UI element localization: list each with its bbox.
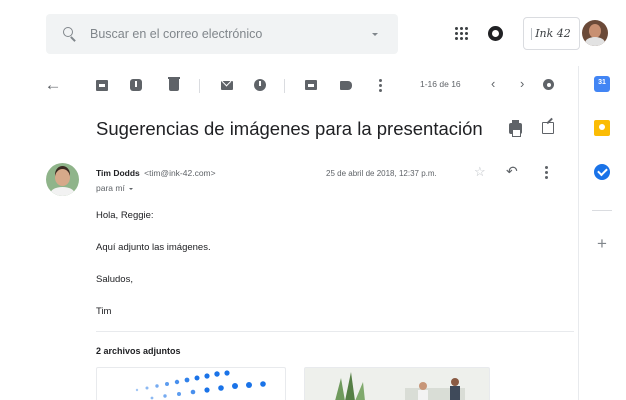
brand-name: Ink 42 <box>535 27 571 40</box>
body-signature: Tim <box>96 306 112 317</box>
back-arrow-icon[interactable]: ← <box>45 76 62 94</box>
more-icon[interactable] <box>372 76 388 94</box>
search-icon[interactable] <box>63 27 77 41</box>
body-text: Aquí adjunto las imágenes. <box>96 242 211 253</box>
sender-avatar <box>46 163 79 196</box>
reply-icon[interactable]: ↶ <box>506 163 518 180</box>
calendar-icon[interactable] <box>594 76 610 92</box>
top-bar: Buscar en el correo electrónico Ink 42 <box>0 0 626 66</box>
body-greeting: Hola, Reggie: <box>96 210 154 221</box>
from-line: Tim Dodds <tim@ink-42.com> <box>96 168 216 178</box>
search-options-icon[interactable] <box>372 32 378 36</box>
keep-icon[interactable] <box>594 120 610 136</box>
prev-icon[interactable]: ‹ <box>491 76 495 91</box>
recipient: para mí <box>96 183 125 193</box>
attachment-thumbnail[interactable] <box>96 367 286 400</box>
next-icon[interactable]: › <box>520 76 524 91</box>
message-count: 1-16 de 16 <box>420 79 461 89</box>
email-subject: Sugerencias de imágenes para la presenta… <box>96 118 483 139</box>
search-input[interactable]: Buscar en el correo electrónico <box>90 27 372 41</box>
apps-grid-icon[interactable] <box>455 27 468 40</box>
mark-unread-icon[interactable] <box>219 76 235 94</box>
toolbar-divider <box>284 79 285 93</box>
brand-logo: Ink 42 <box>523 17 580 50</box>
body-closing: Saludos, <box>96 274 133 285</box>
toolbar-divider <box>199 79 200 93</box>
attachment-thumbnail[interactable] <box>304 367 490 400</box>
side-panel: + <box>578 66 626 400</box>
sender-name[interactable]: Tim Dodds <box>96 168 140 178</box>
notifications-icon[interactable] <box>488 26 503 41</box>
message-toolbar: ← 1-16 de 16 ‹ › <box>0 66 578 106</box>
show-details-icon[interactable] <box>128 187 133 190</box>
tasks-icon[interactable] <box>594 164 610 180</box>
attachment-image-office <box>305 368 489 400</box>
print-icon[interactable] <box>509 120 522 137</box>
snooze-icon[interactable] <box>252 76 268 94</box>
message-more-icon[interactable] <box>545 166 548 179</box>
settings-icon[interactable] <box>543 79 554 90</box>
archive-icon[interactable] <box>94 76 110 94</box>
star-icon[interactable]: ☆ <box>474 164 486 180</box>
sender-email: <tim@ink-42.com> <box>144 168 216 178</box>
add-icon[interactable]: + <box>594 235 610 252</box>
message-date: 25 de abril de 2018, 12:37 p.m. <box>326 169 437 178</box>
delete-icon[interactable] <box>166 76 182 94</box>
open-new-window-icon[interactable] <box>542 122 554 134</box>
report-spam-icon[interactable] <box>128 76 144 94</box>
attachments-divider <box>96 331 574 332</box>
attachment-image-dots <box>135 370 266 400</box>
to-line[interactable]: para mí <box>96 183 133 193</box>
search-bar[interactable]: Buscar en el correo electrónico <box>46 14 398 54</box>
move-to-icon[interactable] <box>303 76 319 94</box>
side-panel-divider <box>592 210 612 211</box>
label-icon[interactable] <box>338 76 354 94</box>
account-avatar[interactable] <box>582 20 608 46</box>
attachments-title: 2 archivos adjuntos <box>96 346 181 356</box>
